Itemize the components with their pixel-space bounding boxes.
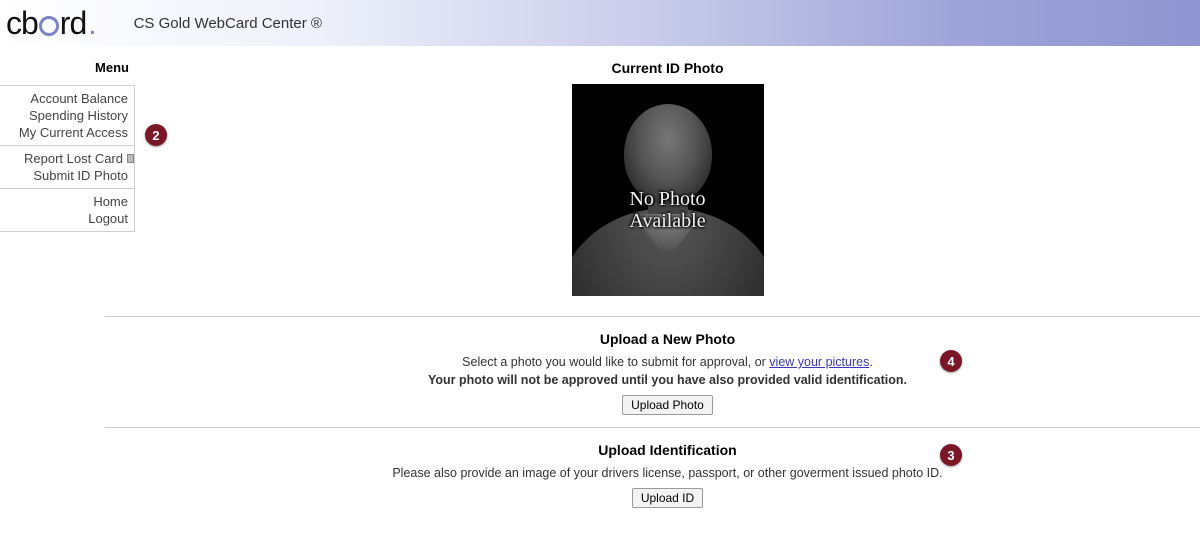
- menu-group-account: Account Balance Spending History My Curr…: [0, 85, 135, 145]
- section-upload-photo: Upload a New Photo Select a photo you wo…: [105, 316, 1200, 427]
- no-photo-text: No PhotoAvailable: [572, 188, 764, 232]
- sidebar-item-report-lost-card[interactable]: Report Lost Card: [24, 150, 125, 167]
- upload-photo-heading: Upload a New Photo: [135, 331, 1200, 347]
- menu-heading: Menu: [0, 60, 135, 75]
- upload-id-instruction: Please also provide an image of your dri…: [135, 466, 1200, 480]
- sidebar-item-submit-id-photo[interactable]: Submit ID Photo: [0, 167, 134, 184]
- upload-id-button[interactable]: Upload ID: [632, 488, 703, 508]
- upload-photo-button[interactable]: Upload Photo: [622, 395, 713, 415]
- upload-photo-instruction-text: Select a photo you would like to submit …: [462, 355, 769, 369]
- brand-logo: cbrd.: [6, 5, 96, 42]
- menu-group-session: Home Logout: [0, 188, 135, 232]
- main-content: Current ID Photo No PhotoAvailable Uploa…: [135, 46, 1200, 537]
- sidebar-item-logout[interactable]: Logout: [0, 210, 134, 227]
- expand-handle-icon[interactable]: [127, 154, 134, 163]
- sidebar-item-account-balance[interactable]: Account Balance: [0, 90, 134, 107]
- current-photo-placeholder: No PhotoAvailable: [572, 84, 764, 296]
- sidebar-item-home[interactable]: Home: [0, 193, 134, 210]
- view-your-pictures-link[interactable]: view your pictures: [769, 355, 869, 369]
- section-upload-id: Upload Identification Please also provid…: [105, 427, 1200, 520]
- upload-photo-warning: Your photo will not be approved until yo…: [135, 373, 1200, 387]
- app-title: CS Gold WebCard Center ®: [134, 15, 322, 32]
- upload-id-heading: Upload Identification: [135, 442, 1200, 458]
- sidebar-item-my-current-access[interactable]: My Current Access: [0, 124, 134, 141]
- sidebar-item-spending-history[interactable]: Spending History: [0, 107, 134, 124]
- upload-photo-instruction-suffix: .: [869, 355, 872, 369]
- current-photo-heading: Current ID Photo: [135, 60, 1200, 76]
- section-current-photo: Current ID Photo No PhotoAvailable: [135, 46, 1200, 316]
- upload-photo-instruction: Select a photo you would like to submit …: [135, 355, 1200, 369]
- body: Menu Account Balance Spending History My…: [0, 46, 1200, 537]
- app-header: cbrd. CS Gold WebCard Center ®: [0, 0, 1200, 46]
- menu-group-card: Report Lost Card Submit ID Photo: [0, 145, 135, 188]
